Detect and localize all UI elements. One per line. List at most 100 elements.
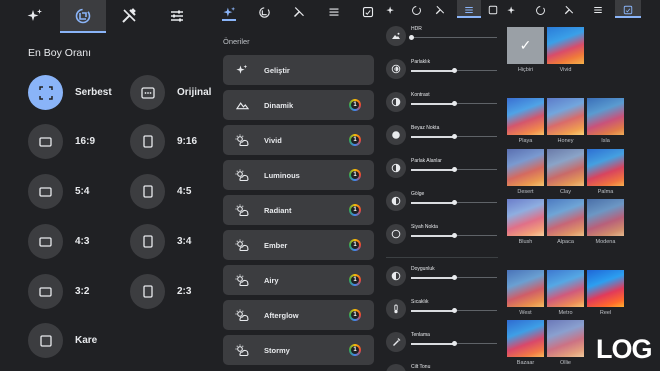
filter-thumb-ollie[interactable] — [547, 320, 584, 357]
filter-thumb-hiçbiri[interactable]: ✓ — [507, 27, 544, 64]
tab-suggestions[interactable] — [12, 0, 58, 32]
tab-tools[interactable] — [106, 0, 152, 32]
suggestion-label: Airy — [264, 275, 279, 285]
google-one-badge-icon: 1 — [349, 274, 361, 286]
tools-icon[interactable] — [562, 3, 576, 17]
tools-icon[interactable] — [433, 3, 447, 17]
adjust-slider-track[interactable] — [411, 37, 497, 38]
filter-thumb-reel[interactable] — [587, 270, 624, 307]
adjust-slider-knob[interactable] — [451, 274, 457, 280]
highlights-icon[interactable] — [386, 158, 406, 178]
adjust-slider-knob[interactable] — [451, 100, 457, 106]
filter-thumb-vivid[interactable] — [547, 27, 584, 64]
white-point-icon[interactable] — [386, 125, 406, 145]
hdr-icon[interactable] — [386, 26, 406, 46]
aspect-option-3-4[interactable]: 3:4 — [130, 224, 191, 259]
shadows-icon[interactable] — [386, 191, 406, 211]
suggestion-geliştir[interactable]: Geliştir — [223, 55, 374, 85]
adjust-sliders-icon[interactable] — [462, 3, 476, 17]
filters-icon[interactable] — [361, 5, 375, 19]
temperature-icon[interactable] — [386, 299, 406, 319]
filter-thumb-palma[interactable] — [587, 149, 624, 186]
filter-preview-image — [547, 320, 584, 357]
filter-label: Desert — [517, 189, 534, 195]
auto-fix-icon[interactable] — [222, 5, 236, 19]
filter-thumb-west[interactable] — [507, 270, 544, 307]
crop-rotate-icon[interactable] — [533, 3, 547, 17]
tab-crop[interactable] — [60, 0, 106, 32]
filter-thumb-desert[interactable] — [507, 149, 544, 186]
aspect-option-9-16[interactable]: 9:16 — [130, 124, 197, 159]
aspect-option-2-3[interactable]: 2:3 — [130, 274, 191, 309]
suggestion-luminous[interactable]: Luminous 1 — [223, 160, 374, 190]
adjust-slider-knob[interactable] — [451, 307, 457, 313]
filter-thumb-modena[interactable] — [587, 199, 624, 236]
saturation-icon[interactable] — [386, 266, 406, 286]
filter-thumb-blush[interactable] — [507, 199, 544, 236]
aspect-option-4-5[interactable]: 4:5 — [130, 174, 191, 209]
suggestions-panel-tabs — [217, 0, 380, 22]
suggestion-stormy[interactable]: Stormy 1 — [223, 335, 374, 365]
auto-fix-icon[interactable] — [505, 3, 519, 17]
skin-tone-icon[interactable] — [386, 364, 406, 371]
adjust-slider-knob[interactable] — [408, 34, 414, 40]
filter-preview-image — [547, 149, 584, 186]
adjust-row-5: Gölge — [386, 191, 498, 215]
portrait-ratio-icon — [130, 224, 165, 259]
crop-rotate-icon[interactable] — [409, 3, 423, 17]
aspect-option-3-2[interactable]: 3:2 — [28, 274, 89, 309]
adjust-sliders-icon[interactable] — [327, 5, 341, 19]
adjust-slider-knob[interactable] — [451, 340, 457, 346]
google-one-badge-icon: 1 — [349, 204, 361, 216]
landscape-ratio-icon — [28, 274, 63, 309]
filters-icon[interactable] — [621, 3, 635, 17]
black-point-icon[interactable] — [386, 224, 406, 244]
filter-preview-image — [547, 98, 584, 135]
filter-label: Palma — [597, 189, 614, 195]
weather-icon — [235, 308, 249, 322]
suggestion-radiant[interactable]: Radiant 1 — [223, 195, 374, 225]
auto-fix-icon[interactable] — [384, 3, 398, 17]
filter-thumb-alpaca[interactable] — [547, 199, 584, 236]
suggestion-airy[interactable]: Airy 1 — [223, 265, 374, 295]
adjust-slider-knob[interactable] — [451, 166, 457, 172]
adjust-slider-knob[interactable] — [451, 67, 457, 73]
filter-thumb-honey[interactable] — [547, 98, 584, 135]
filter-thumb-clay[interactable] — [547, 149, 584, 186]
tools-icon[interactable] — [292, 5, 306, 19]
aspect-option-label: 3:2 — [75, 286, 90, 297]
adjust-slider-knob[interactable] — [451, 232, 457, 238]
filter-thumb-isla[interactable] — [587, 98, 624, 135]
adjust-slider-knob[interactable] — [451, 199, 457, 205]
filter-thumb-bazaar[interactable] — [507, 320, 544, 357]
aspect-option-serbest[interactable]: Serbest — [28, 75, 112, 110]
google-one-badge-icon: 1 — [349, 239, 361, 251]
adjust-sliders-icon[interactable] — [591, 3, 605, 17]
suggestion-dinamik[interactable]: Dinamik 1 — [223, 90, 374, 120]
brightness-icon[interactable] — [386, 59, 406, 79]
suggestion-label: Afterglow — [264, 310, 299, 320]
suggestion-afterglow[interactable]: Afterglow 1 — [223, 300, 374, 330]
aspect-option-16-9[interactable]: 16:9 — [28, 124, 95, 159]
aspect-option-4-3[interactable]: 4:3 — [28, 224, 89, 259]
filter-thumb-playa[interactable] — [507, 98, 544, 135]
suggestion-vivid[interactable]: Vivid 1 — [223, 125, 374, 155]
tab-adjust[interactable] — [154, 0, 200, 32]
crop-rotate-icon[interactable] — [257, 5, 271, 19]
filter-thumb-metro[interactable] — [547, 270, 584, 307]
tint-icon[interactable] — [386, 332, 406, 352]
aspect-option-5-4[interactable]: 5:4 — [28, 174, 89, 209]
filter-preview-image — [547, 27, 584, 64]
filter-label: Modena — [595, 239, 616, 245]
sparkle-icon — [235, 63, 249, 77]
filter-preview-image — [587, 98, 624, 135]
aspect-option-kare[interactable]: Kare — [28, 323, 97, 358]
badge-number: 1 — [351, 206, 359, 214]
aspect-option-orijinal[interactable]: Orijinal — [130, 75, 211, 110]
suggestion-ember[interactable]: Ember 1 — [223, 230, 374, 260]
contrast-icon[interactable] — [386, 92, 406, 112]
aspect-option-label: 16:9 — [75, 136, 96, 147]
filters-icon[interactable] — [486, 3, 500, 17]
google-one-badge-icon: 1 — [349, 99, 361, 111]
adjust-slider-knob[interactable] — [451, 133, 457, 139]
